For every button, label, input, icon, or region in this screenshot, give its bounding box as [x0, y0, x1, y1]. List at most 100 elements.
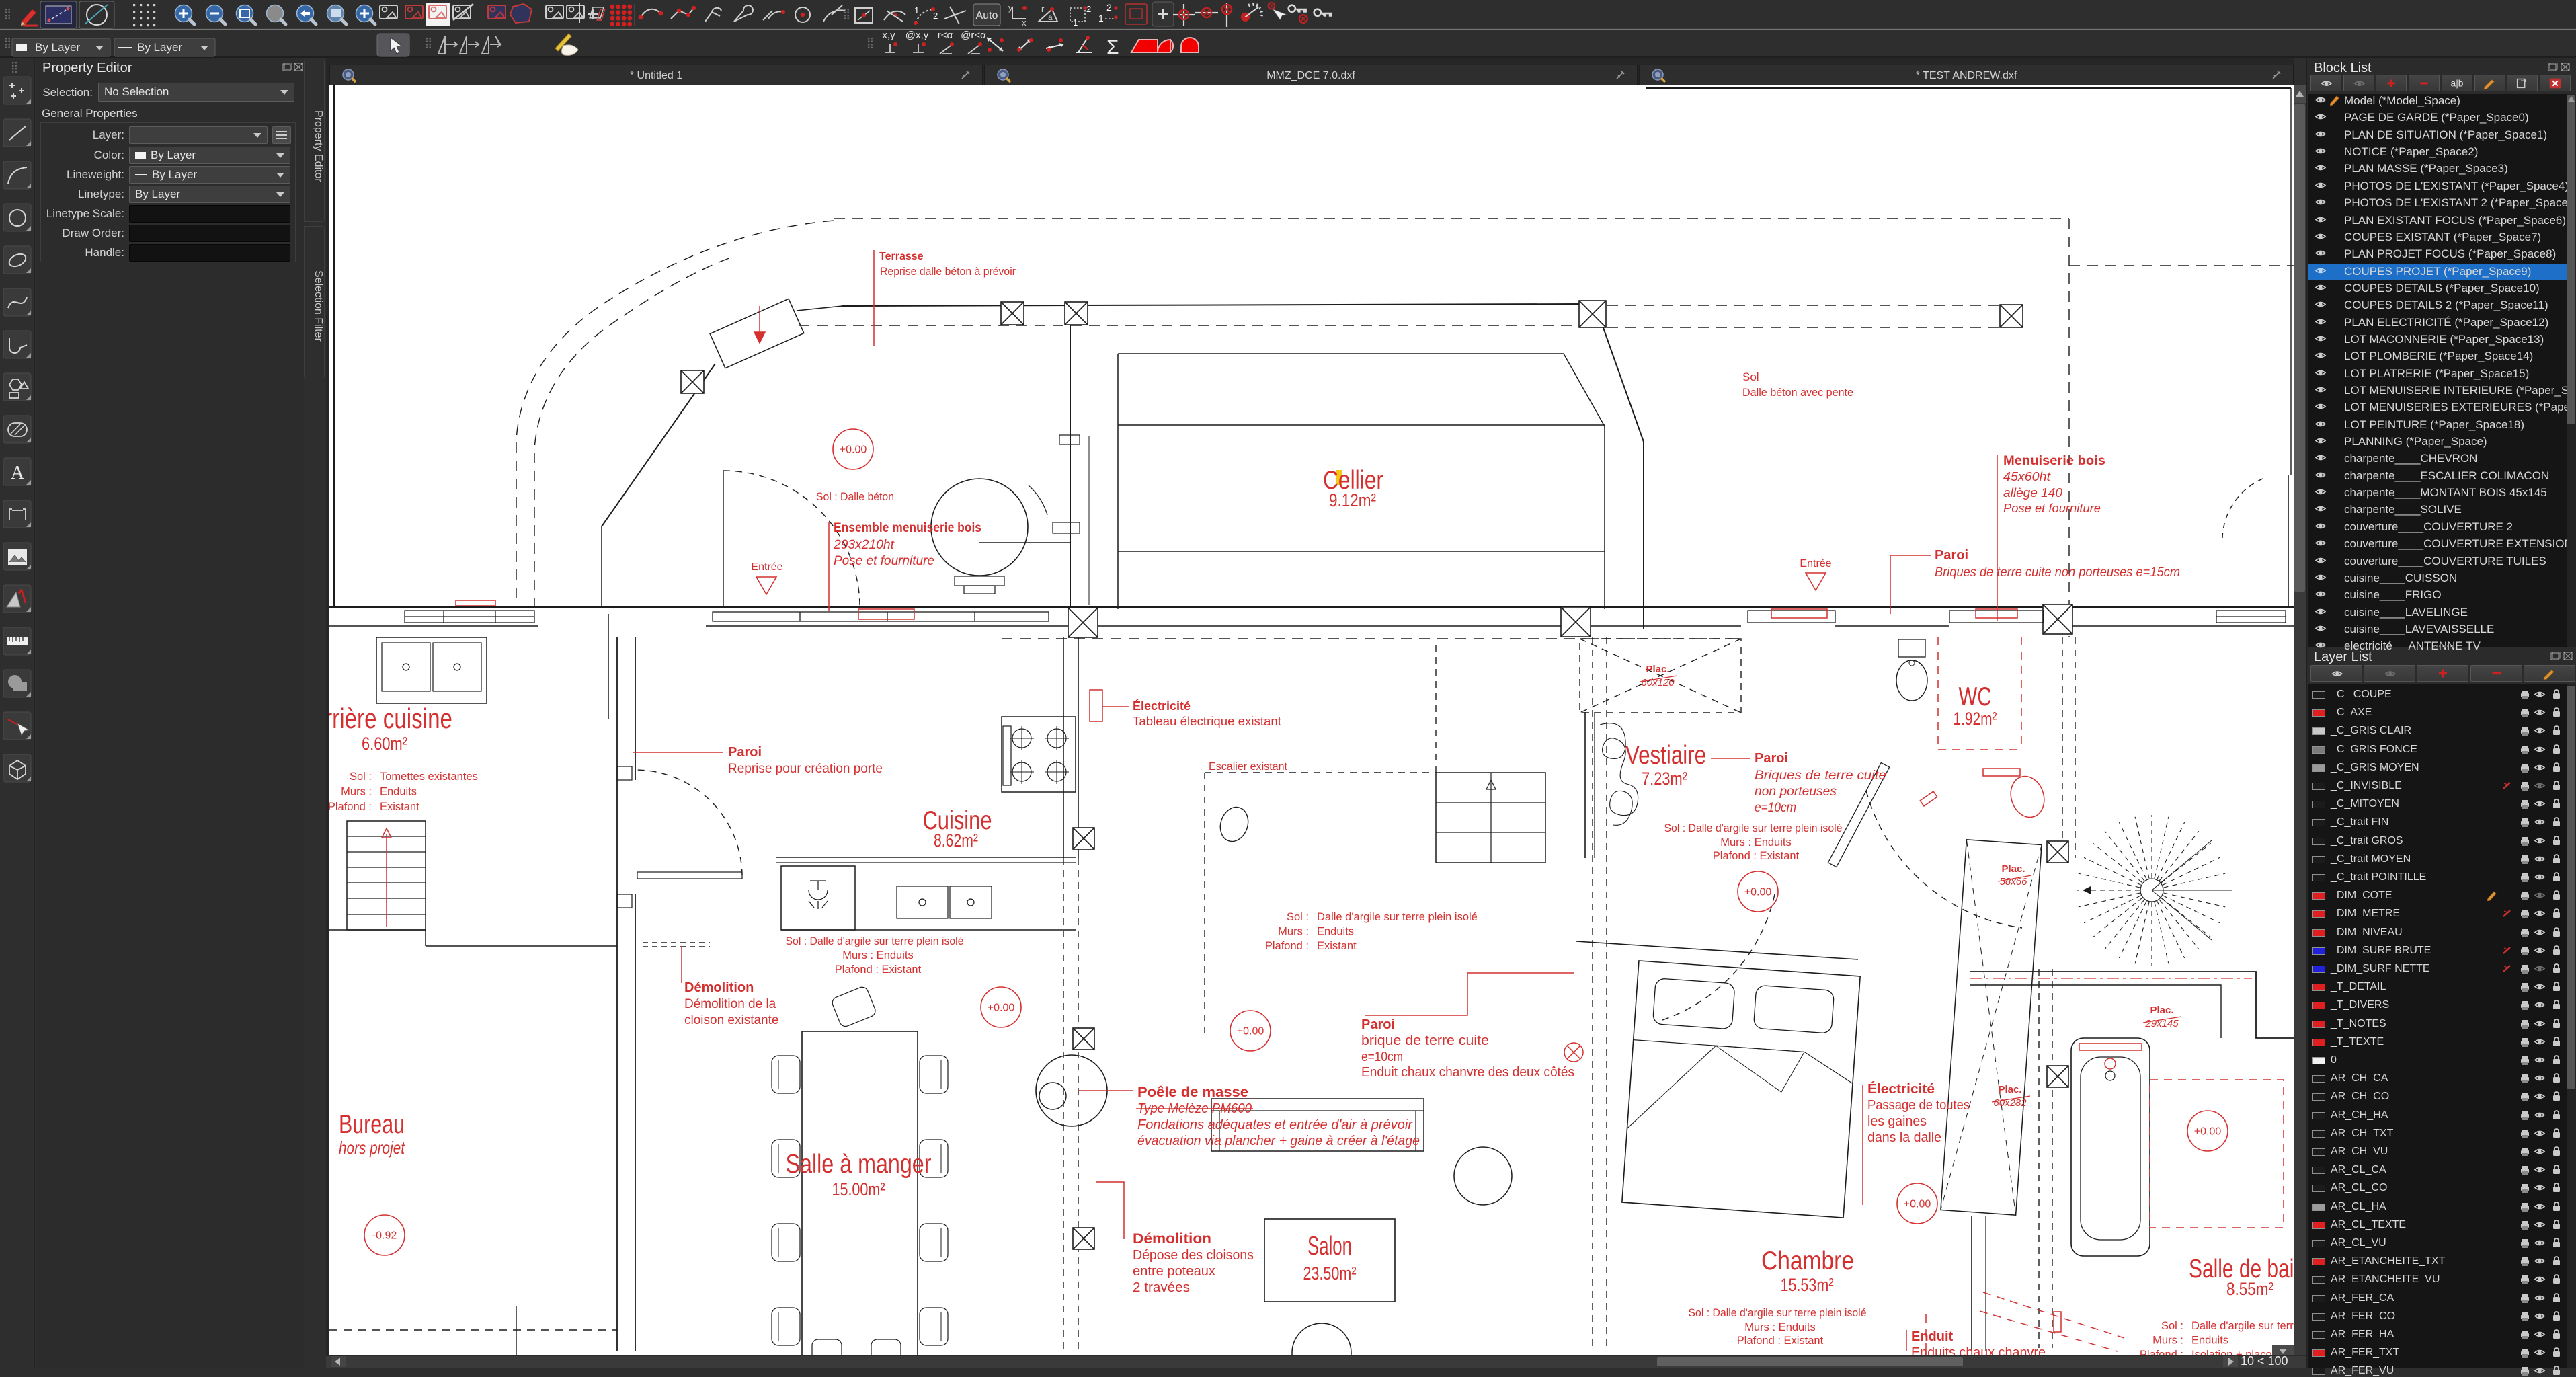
svg-text:Reprise dalle béton à prévoir: Reprise dalle béton à prévoir — [880, 266, 1016, 278]
svg-text:Paroi: Paroi — [728, 745, 762, 760]
svg-text:Plafond :: Plafond : — [1265, 940, 1309, 952]
svg-text:Murs : Enduits: Murs : Enduits — [842, 949, 913, 961]
svg-text:Paroi: Paroi — [1935, 548, 1968, 563]
svg-text:By Layer: By Layer — [35, 41, 80, 54]
svg-text:Arrière cuisine: Arrière cuisine — [329, 703, 452, 734]
svg-text:Plac.: Plac. — [1646, 664, 1669, 675]
svg-text:Dalle d'argile sur terre plein: Dalle d'argile sur terre plein isolé — [1317, 911, 1478, 923]
svg-text:Plac.: Plac. — [2001, 863, 2025, 875]
svg-text:15.00m²: 15.00m² — [832, 1179, 885, 1199]
svg-text:y: y — [1008, 3, 1013, 13]
svg-text:Menuiserie bois: Menuiserie bois — [2003, 454, 2105, 468]
svg-text:Tableau électrique existant: Tableau électrique existant — [1133, 715, 1281, 728]
svg-text:1: 1 — [1098, 13, 1104, 24]
svg-text:Plafond : Existant: Plafond : Existant — [1737, 1335, 1824, 1347]
svg-text:Escalier existant: Escalier existant — [1209, 761, 1288, 773]
svg-text:8.62m²: 8.62m² — [934, 830, 978, 851]
svg-text:Existant: Existant — [1317, 940, 1357, 952]
svg-text:Plac.: Plac. — [1998, 1084, 2021, 1095]
svg-text:Dalle d'argile sur terre plein: Dalle d'argile sur terre plein isolé — [2191, 1320, 2294, 1332]
svg-text:les gaines: les gaines — [1867, 1114, 1927, 1129]
svg-text:Bureau: Bureau — [339, 1110, 405, 1139]
svg-text:Électricité: Électricité — [1867, 1081, 1935, 1097]
svg-text:Électricité: Électricité — [1133, 699, 1191, 713]
svg-text:8.55m²: 8.55m² — [2226, 1279, 2273, 1299]
svg-text:Briques de terre cuite non por: Briques de terre cuite non porteuses e=1… — [1935, 565, 2180, 580]
svg-text:23.50m²: 23.50m² — [1303, 1263, 1357, 1284]
svg-text:Démolition: Démolition — [684, 980, 754, 995]
svg-text:Tomettes existantes: Tomettes existantes — [380, 771, 478, 783]
svg-text:Murs :: Murs : — [341, 786, 372, 798]
svg-text:Briques de terre cuite: Briques de terre cuite — [1755, 769, 1886, 783]
svg-text:a: a — [1048, 13, 1053, 22]
svg-text:non porteuses: non porteuses — [1755, 785, 1837, 799]
svg-text:Démolition: Démolition — [1133, 1231, 1211, 1247]
svg-text:Vestiaire: Vestiaire — [1625, 741, 1706, 770]
svg-text:Sol : Dalle d'argile sur terre: Sol : Dalle d'argile sur terre plein iso… — [1664, 822, 1843, 834]
svg-text:Enduits chaux chanvre: Enduits chaux chanvre — [1911, 1345, 2046, 1355]
svg-text:Murs : Enduits: Murs : Enduits — [1720, 836, 1791, 849]
svg-text:entre poteaux: entre poteaux — [1133, 1264, 1215, 1279]
svg-text:Σ: Σ — [1106, 36, 1119, 58]
svg-text:Enduits: Enduits — [2191, 1335, 2228, 1347]
svg-text:Pose et fourniture: Pose et fourniture — [2003, 502, 2101, 515]
svg-text:hors projet: hors projet — [339, 1138, 405, 1158]
svg-text:Salle à manger: Salle à manger — [786, 1150, 932, 1179]
svg-text:-0.92: -0.92 — [372, 1230, 397, 1242]
svg-text:Plafond :: Plafond : — [2140, 1349, 2183, 1355]
svg-text:brique de terre cuite: brique de terre cuite — [1361, 1033, 1489, 1048]
svg-text:9.12m²: 9.12m² — [1329, 490, 1376, 510]
svg-text:2 travées: 2 travées — [1133, 1280, 1190, 1295]
svg-text:Plac.: Plac. — [2150, 1005, 2173, 1016]
svg-text:Plafond : Existant: Plafond : Existant — [1713, 850, 1800, 862]
svg-text:+0.00: +0.00 — [840, 444, 867, 456]
svg-text:293x210ht: 293x210ht — [833, 538, 895, 552]
svg-text:15.53m²: 15.53m² — [1781, 1275, 1834, 1295]
svg-text:r: r — [1041, 4, 1045, 14]
svg-text:r<α: r<α — [938, 30, 953, 41]
svg-text:Enduit: Enduit — [1911, 1329, 1954, 1344]
svg-text:1.92m²: 1.92m² — [1954, 709, 1997, 729]
svg-text:Salon: Salon — [1307, 1232, 1352, 1261]
svg-text:Sol : Dalle d'argile sur terre: Sol : Dalle d'argile sur terre plein iso… — [1689, 1307, 1867, 1319]
svg-text:Pose et fourniture: Pose et fourniture — [834, 554, 934, 568]
svg-text:cloison existante: cloison existante — [684, 1013, 778, 1027]
svg-text:Paroi: Paroi — [1755, 751, 1788, 766]
svg-text:Dépose des cloisons: Dépose des cloisons — [1133, 1248, 1254, 1263]
svg-text:x: x — [1022, 17, 1027, 28]
svg-text:Auto: Auto — [976, 10, 998, 22]
svg-text:+0.00: +0.00 — [988, 1002, 1015, 1014]
svg-text:Terrasse: Terrasse — [879, 251, 924, 262]
svg-text:1: 1 — [914, 5, 919, 15]
svg-text:allège 140: allège 140 — [2003, 486, 2062, 500]
svg-text:Murs :: Murs : — [2152, 1335, 2183, 1347]
svg-text:x,y: x,y — [882, 30, 895, 41]
svg-text:By Layer: By Layer — [137, 41, 182, 54]
svg-text:Sol: Sol — [1742, 370, 1759, 383]
svg-text:Enduit chaux chanvre des deux: Enduit chaux chanvre des deux côtés — [1361, 1065, 1574, 1080]
svg-text:Murs : Enduits: Murs : Enduits — [1744, 1321, 1815, 1333]
svg-text:Murs :: Murs : — [1278, 926, 1309, 938]
svg-text:Enduits: Enduits — [380, 786, 417, 798]
svg-text:Paroi: Paroi — [1361, 1017, 1395, 1032]
svg-text:1: 1 — [1073, 17, 1078, 28]
svg-text:Sol :: Sol : — [2161, 1320, 2183, 1332]
svg-text:Dalle béton avec pente: Dalle béton avec pente — [1742, 386, 1853, 399]
svg-text:Plafond :: Plafond : — [329, 801, 372, 813]
svg-text:2: 2 — [1086, 4, 1091, 14]
svg-text:a|b: a|b — [2450, 79, 2463, 89]
svg-text:dans la dalle: dans la dalle — [1867, 1130, 1941, 1145]
svg-text:Reprise pour création porte: Reprise pour création porte — [728, 762, 883, 776]
svg-text:évacuation via plancher + gain: évacuation via plancher + gaine à créer … — [1137, 1134, 1420, 1148]
svg-text:Chambre: Chambre — [1761, 1247, 1854, 1275]
svg-text:@x,y: @x,y — [905, 30, 929, 41]
svg-text:e=10cm: e=10cm — [1361, 1050, 1403, 1064]
svg-text:Plafond : Existant: Plafond : Existant — [835, 963, 922, 976]
svg-text:Passage de toutes: Passage de toutes — [1867, 1098, 1970, 1113]
svg-text:2: 2 — [933, 11, 938, 21]
svg-text:WC: WC — [1959, 682, 1992, 711]
svg-text:Entrée: Entrée — [1800, 558, 1831, 569]
svg-text:Démolition de la: Démolition de la — [684, 997, 776, 1011]
svg-text:Poêle de masse: Poêle de masse — [1137, 1085, 1248, 1100]
svg-text:Sol :: Sol : — [1287, 911, 1309, 923]
